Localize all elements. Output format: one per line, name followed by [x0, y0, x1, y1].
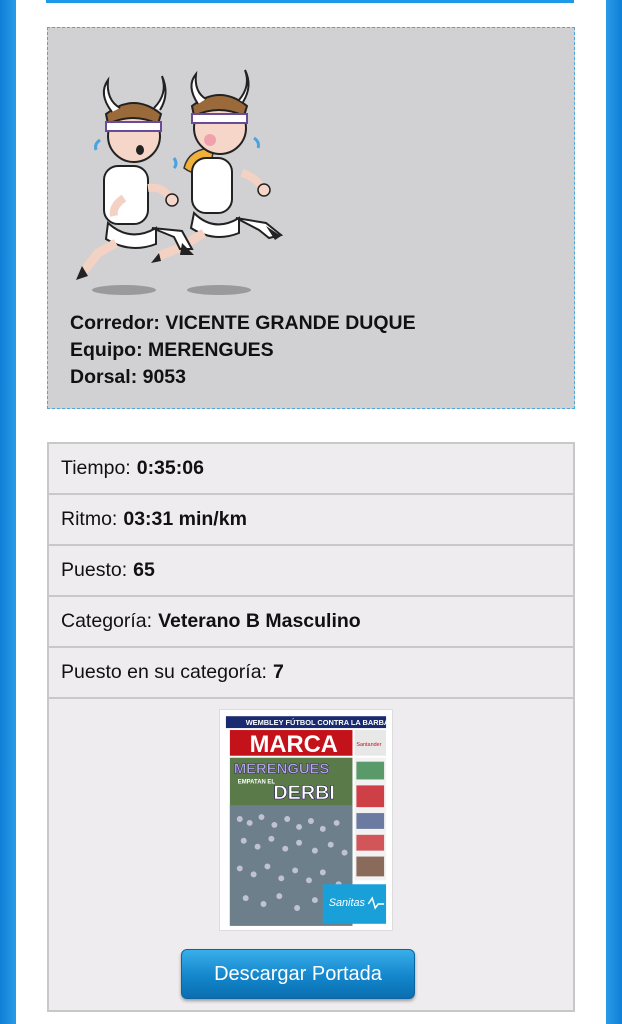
- cover-sponsor-small: Santander: [356, 742, 381, 748]
- position-label: Puesto:: [61, 559, 128, 581]
- result-row-category-position: Puesto en su categoría: 7: [49, 648, 573, 699]
- runner-team: Equipo: MERENGUES: [70, 339, 274, 361]
- runner-bib: Dorsal: 9053: [70, 366, 186, 388]
- time-value: 0:35:06: [136, 457, 204, 479]
- pace-label: Ritmo:: [61, 508, 118, 530]
- result-row-position: Puesto: 65: [49, 546, 573, 597]
- category-position-value: 7: [272, 661, 284, 683]
- result-row-category: Categoría: Veterano B Masculino: [49, 597, 573, 648]
- time-label: Tiempo:: [61, 457, 131, 479]
- category-value: Veterano B Masculino: [158, 610, 361, 632]
- runner-info: Corredor: VICENTE GRANDE DUQUE Equipo: M…: [70, 310, 416, 391]
- frame-left-border: [0, 0, 16, 1024]
- cover-subtitle: EMPATAN EL: [238, 779, 276, 785]
- category-position-label: Puesto en su categoría:: [61, 661, 267, 683]
- cover-sponsor: Sanitas: [329, 897, 366, 909]
- position-value: 65: [133, 559, 155, 581]
- runner-card: Corredor: VICENTE GRANDE DUQUE Equipo: M…: [47, 27, 575, 409]
- cover-subtitle-2: DERBI: [273, 782, 335, 804]
- cover-area: WEMBLEY FÚTBOL CONTRA LA BARBARIE MARCA …: [49, 699, 573, 1011]
- runner-name: Corredor: VICENTE GRANDE DUQUE: [70, 312, 416, 334]
- results-table: Tiempo: 0:35:06 Ritmo: 03:31 min/km Pues…: [47, 442, 575, 1012]
- cover-title: MERENGUES: [234, 762, 330, 778]
- download-cover-button[interactable]: Descargar Portada: [181, 949, 415, 999]
- page-content: Corredor: VICENTE GRANDE DUQUE Equipo: M…: [16, 0, 606, 1024]
- result-row-time: Tiempo: 0:35:06: [49, 444, 573, 495]
- frame-right-border: [606, 0, 622, 1024]
- category-label: Categoría:: [61, 610, 153, 632]
- cover-masthead: MARCA: [250, 732, 338, 758]
- newspaper-cover-image[interactable]: WEMBLEY FÚTBOL CONTRA LA BARBARIE MARCA …: [219, 709, 393, 931]
- cover-headline-top: WEMBLEY FÚTBOL CONTRA LA BARBARIE: [246, 718, 393, 727]
- pace-value: 03:31 min/km: [123, 508, 247, 530]
- top-accent-bar: [46, 0, 574, 3]
- result-row-pace: Ritmo: 03:31 min/km: [49, 495, 573, 546]
- running-mascots-illustration: [76, 69, 284, 295]
